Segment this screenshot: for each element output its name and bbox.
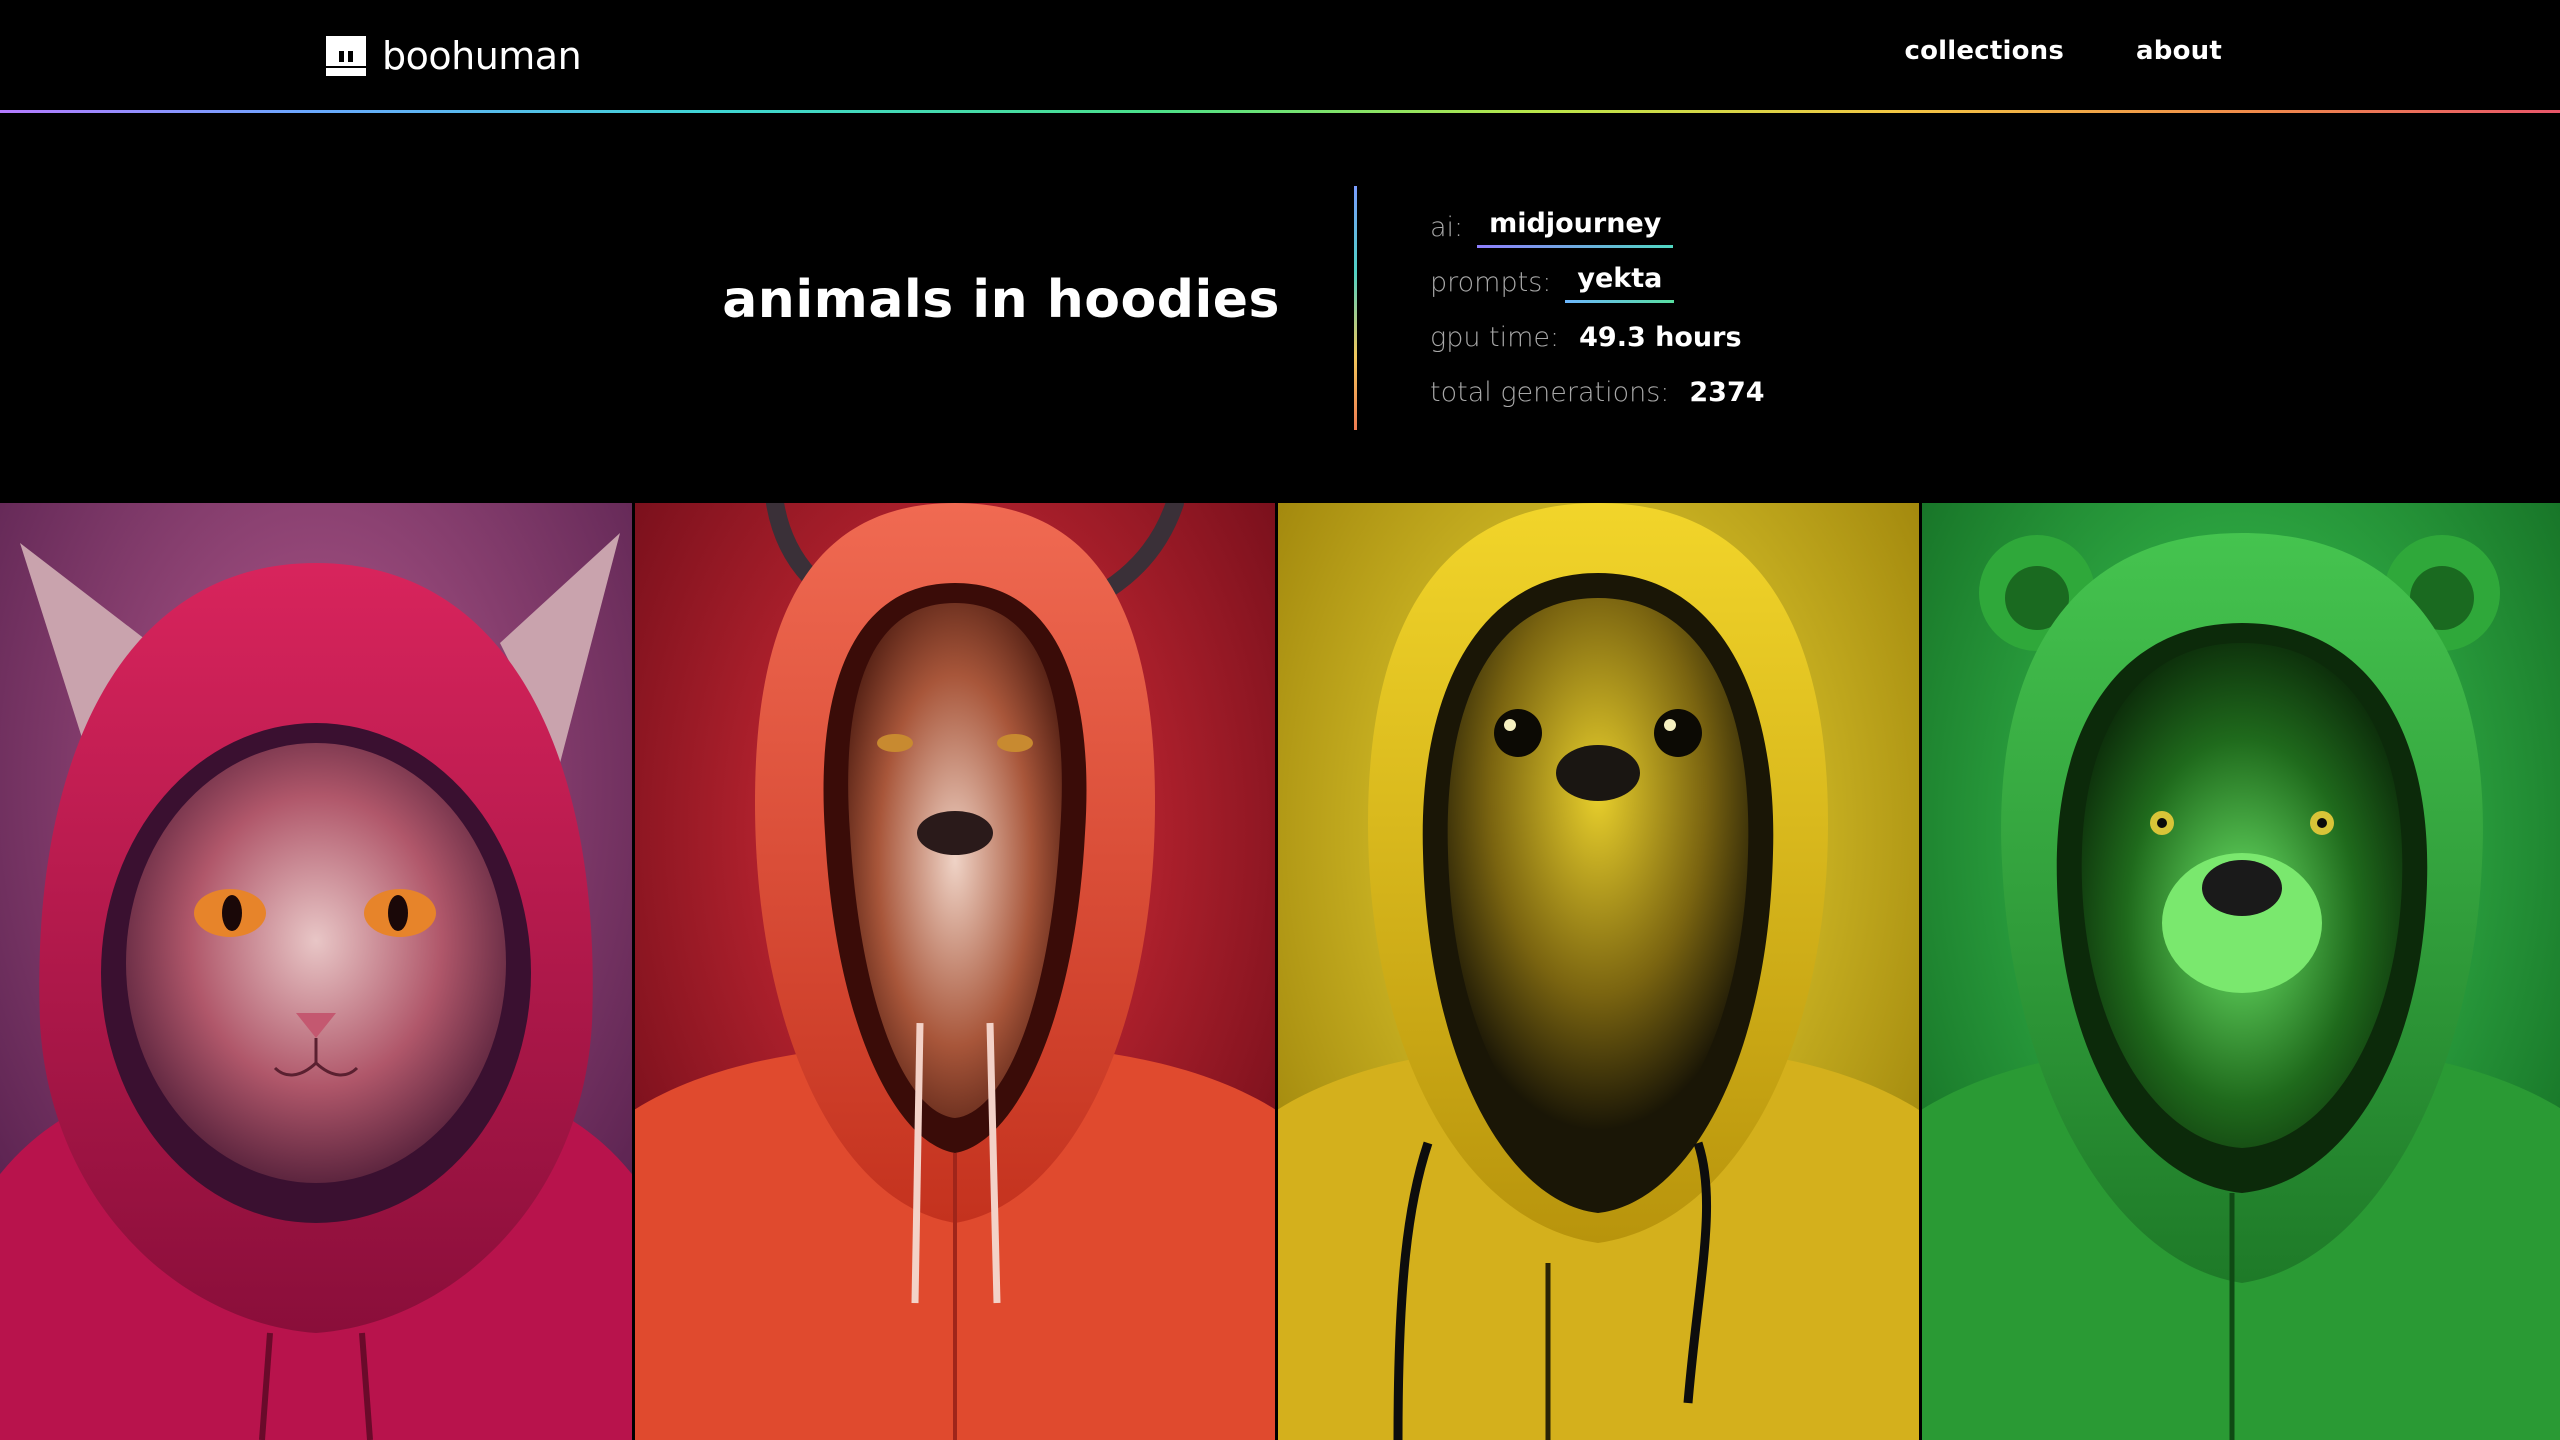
meta-prompts-link[interactable]: yekta [1565, 262, 1675, 303]
collection-title: animals in hoodies [722, 270, 1280, 330]
meta-ai-label: ai: [1430, 212, 1464, 243]
meta-row-generations: total generations: 2374 [1430, 365, 1765, 420]
meta-prompts-label: prompts: [1430, 267, 1552, 298]
meta-gpu-label: gpu time: [1430, 322, 1560, 353]
meta-generations-label: total generations: [1430, 377, 1670, 408]
logo-link[interactable]: boohuman [326, 33, 582, 79]
meta-row-ai: ai: midjourney [1430, 200, 1765, 255]
bear-hoodie-illustration [1922, 503, 2560, 1440]
image-gallery [0, 503, 2560, 1440]
gallery-image-goat[interactable] [635, 503, 1275, 1440]
gallery-image-otter[interactable] [1278, 503, 1919, 1440]
top-navigation-bar: boohuman collections about [0, 0, 2560, 112]
logo-text: boohuman [382, 34, 582, 78]
hero-gradient-divider [1354, 186, 1357, 430]
meta-gpu-value: 49.3 hours [1579, 322, 1742, 353]
gallery-image-bear[interactable] [1922, 503, 2560, 1440]
gallery-image-cat[interactable] [0, 503, 632, 1440]
boohuman-logo-icon [326, 36, 366, 76]
otter-hoodie-illustration [1278, 503, 1919, 1440]
header-gradient-divider [0, 110, 2560, 113]
goat-hoodie-illustration [635, 503, 1275, 1440]
nav-about-link[interactable]: about [2136, 36, 2222, 66]
meta-row-prompts: prompts: yekta [1430, 255, 1765, 310]
cat-hoodie-illustration [0, 503, 632, 1440]
collection-metadata: ai: midjourney prompts: yekta gpu time: … [1430, 200, 1765, 420]
nav-collections-link[interactable]: collections [1904, 36, 2064, 66]
meta-ai-link[interactable]: midjourney [1477, 207, 1674, 248]
meta-generations-value: 2374 [1689, 377, 1765, 408]
main-nav: collections about [1904, 36, 2222, 66]
meta-row-gpu-time: gpu time: 49.3 hours [1430, 310, 1765, 365]
